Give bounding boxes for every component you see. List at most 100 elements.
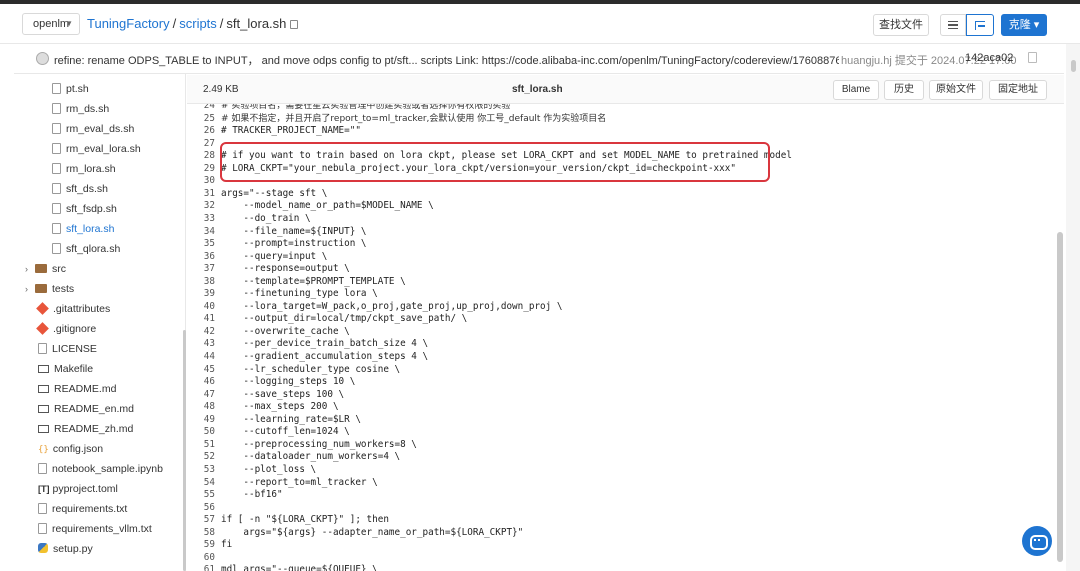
sidebar-item[interactable]: README_en.md [38,403,134,423]
code-line[interactable]: 59 fi [187,539,232,552]
sidebar-scrollbar[interactable] [183,330,186,571]
line-number[interactable]: 54 [187,477,215,490]
sidebar-item[interactable]: › tests [25,283,74,303]
code-line[interactable]: 55 --bf16" [187,489,283,502]
code-line[interactable]: 61 mdl_args="--queue=${QUEUE} \ [187,564,378,571]
line-number[interactable]: 36 [187,251,215,264]
code-line[interactable]: 57 if [ -n "${LORA_CKPT}" ]; then [187,514,389,527]
sidebar-item[interactable]: rm_lora.sh [52,163,116,183]
line-number[interactable]: 37 [187,263,215,276]
line-number[interactable]: 32 [187,200,215,213]
history-button[interactable]: 历史 [884,80,924,100]
line-number[interactable]: 27 [187,138,215,151]
tree-view-button[interactable] [966,14,994,36]
list-view-button[interactable] [940,14,966,36]
copy-path-icon[interactable] [290,20,299,29]
line-number[interactable]: 52 [187,451,215,464]
code-line[interactable]: 33 --do_train \ [187,213,311,226]
line-number[interactable]: 49 [187,414,215,427]
code-line[interactable]: 35 --prompt=instruction \ [187,238,367,251]
line-number[interactable]: 57 [187,514,215,527]
chevron-right-icon[interactable]: › [25,284,35,294]
sidebar-item[interactable]: Makefile [38,363,93,383]
sidebar-item[interactable]: .gitignore [36,322,96,343]
line-number[interactable]: 61 [187,564,215,571]
code-line[interactable]: 51 --preprocessing_num_workers=8 \ [187,439,417,452]
code-line[interactable]: 52 --dataloader_num_workers=4 \ [187,451,400,464]
sidebar-item[interactable]: sft_ds.sh [52,183,108,203]
blame-button[interactable]: Blame [833,80,879,100]
sidebar-item[interactable]: rm_eval_ds.sh [52,123,134,143]
commit-message[interactable]: refine: rename ODPS_TABLE to INPUT， and … [54,52,839,68]
commit-hash[interactable]: 142aca02 [965,52,1013,64]
sidebar-item[interactable]: notebook_sample.ipynb [38,463,163,483]
code-line[interactable]: 43 --per_device_train_batch_size 4 \ [187,338,428,351]
assistant-bot-icon[interactable] [1022,526,1052,556]
line-number[interactable]: 53 [187,464,215,477]
page-scrollbar-thumb[interactable] [1071,60,1076,72]
line-number[interactable]: 58 [187,527,215,540]
raw-file-button[interactable]: 原始文件 [929,80,983,100]
line-number[interactable]: 59 [187,539,215,552]
code-line[interactable]: 31 args="--stage sft \ [187,188,328,201]
code-line[interactable]: 37 --response=output \ [187,263,350,276]
code-line[interactable]: 58 args="${args} --adapter_name_or_path=… [187,527,523,540]
code-line[interactable]: 53 --plot_loss \ [187,464,316,477]
line-number[interactable]: 43 [187,338,215,351]
sidebar-item[interactable]: › src [25,263,66,283]
line-number[interactable]: 30 [187,175,215,188]
sidebar-item[interactable]: {} config.json [38,443,103,463]
line-number[interactable]: 45 [187,364,215,377]
sidebar-item[interactable]: .gitattributes [36,302,110,323]
line-number[interactable]: 38 [187,276,215,289]
code-scrollbar-thumb[interactable] [1057,232,1063,562]
sidebar-item[interactable]: sft_lora.sh [52,223,114,243]
find-file-button[interactable]: 查找文件 [873,14,929,36]
code-line[interactable]: 48 --max_steps 200 \ [187,401,339,414]
branch-selector[interactable]: openlm ▼ [22,13,80,35]
line-number[interactable]: 29 [187,163,215,176]
sidebar-item[interactable]: setup.py [38,543,93,563]
code-line[interactable]: 49 --learning_rate=$LR \ [187,414,361,427]
code-line[interactable]: 45 --lr_scheduler_type cosine \ [187,364,400,377]
sidebar-item[interactable]: requirements_vllm.txt [38,523,152,543]
code-line[interactable]: 47 --save_steps 100 \ [187,389,344,402]
code-line[interactable]: 44 --gradient_accumulation_steps 4 \ [187,351,428,364]
code-line[interactable]: 40 --lora_target=W_pack,o_proj,gate_proj… [187,301,563,314]
line-number[interactable]: 25 [187,113,215,126]
line-number[interactable]: 60 [187,552,215,565]
line-number[interactable]: 51 [187,439,215,452]
line-number[interactable]: 56 [187,502,215,515]
line-number[interactable]: 40 [187,301,215,314]
breadcrumb-folder[interactable]: scripts [179,16,217,31]
page-scrollbar-track[interactable] [1066,44,1080,571]
code-line[interactable]: 24 # 实验项目名，需要在星云实验管理中创建实验或者选择你有权限的实验 [187,104,511,113]
code-line[interactable]: 56 [187,502,221,515]
line-number[interactable]: 33 [187,213,215,226]
line-number[interactable]: 46 [187,376,215,389]
line-number[interactable]: 47 [187,389,215,402]
code-line[interactable]: 54 --report_to=ml_tracker \ [187,477,378,490]
clone-button[interactable]: 克隆 ▾ [1001,14,1047,36]
code-line[interactable]: 50 --cutoff_len=1024 \ [187,426,350,439]
line-number[interactable]: 42 [187,326,215,339]
sidebar-item[interactable]: rm_ds.sh [52,103,109,123]
code-line[interactable]: 41 --output_dir=local/tmp/ckpt_save_path… [187,313,467,326]
line-number[interactable]: 44 [187,351,215,364]
code-line[interactable]: 38 --template=$PROMPT_TEMPLATE \ [187,276,406,289]
breadcrumb-repo[interactable]: TuningFactory [87,16,170,31]
sidebar-item[interactable]: LICENSE [38,343,97,363]
sidebar-item[interactable]: README.md [38,383,116,403]
sidebar-item[interactable]: requirements.txt [38,503,127,523]
sidebar-item[interactable]: sft_fsdp.sh [52,203,117,223]
code-line[interactable]: 42 --overwrite_cache \ [187,326,350,339]
sidebar-item[interactable]: rm_eval_lora.sh [52,143,141,163]
permalink-button[interactable]: 固定地址 [989,80,1047,100]
line-number[interactable]: 35 [187,238,215,251]
line-number[interactable]: 41 [187,313,215,326]
line-number[interactable]: 24 [187,104,215,113]
line-number[interactable]: 39 [187,288,215,301]
line-number[interactable]: 31 [187,188,215,201]
chevron-right-icon[interactable]: › [25,264,35,274]
code-line[interactable]: 39 --finetuning_type lora \ [187,288,378,301]
